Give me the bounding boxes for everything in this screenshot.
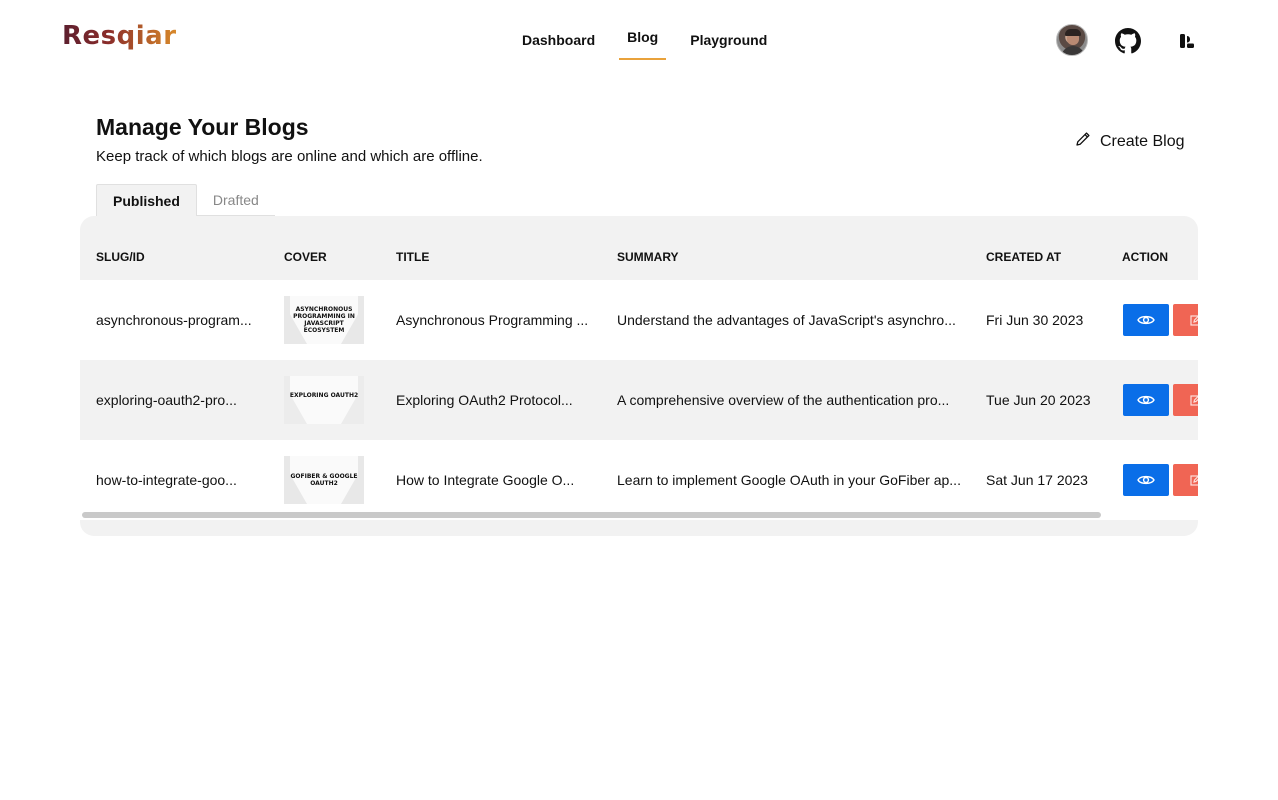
cover-text: EXPLORING OAUTH2 (289, 392, 359, 399)
main-nav: Dashboard Blog Playground (512, 22, 777, 60)
row-created-at: Sat Jun 17 2023 (986, 472, 1088, 488)
eye-icon (1137, 315, 1155, 325)
site-logo[interactable]: Resqiar (62, 21, 177, 51)
nav-blog[interactable]: Blog (619, 22, 667, 60)
row-created-at: Tue Jun 20 2023 (986, 392, 1091, 408)
row-title: Exploring OAuth2 Protocol... (396, 392, 573, 408)
row-summary: Learn to implement Google OAuth in your … (617, 472, 961, 488)
cover-paper (290, 376, 358, 424)
cover-text: GOFIBER & GOOGLE OAUTH2 (290, 473, 358, 487)
row-title: How to Integrate Google O... (396, 472, 575, 488)
top-navbar: Resqiar Dashboard Blog Playground (0, 0, 1278, 80)
column-header-slug: SLUG/ID (96, 250, 145, 264)
pencil-icon (1074, 130, 1092, 153)
row-slug: exploring-oauth2-pro... (96, 392, 237, 408)
page-title: Manage Your Blogs (96, 114, 309, 140)
table-header: SLUG/ID COVER TITLE SUMMARY CREATED AT A… (80, 216, 1198, 280)
view-button[interactable] (1123, 464, 1169, 496)
page-subtitle: Keep track of which blogs are online and… (96, 148, 483, 165)
column-header-action: ACTION (1122, 250, 1168, 264)
blog-status-tabs: Published Drafted (96, 184, 275, 216)
blogs-table: SLUG/ID COVER TITLE SUMMARY CREATED AT A… (80, 216, 1198, 536)
dev-logo-icon[interactable] (1174, 28, 1200, 54)
view-button[interactable] (1123, 304, 1169, 336)
row-slug: how-to-integrate-goo... (96, 472, 237, 488)
nav-dashboard[interactable]: Dashboard (512, 22, 605, 60)
avatar-body (1061, 46, 1085, 55)
nav-dashboard-label: Dashboard (522, 32, 596, 48)
row-summary: A comprehensive overview of the authenti… (617, 392, 950, 408)
scrollbar-thumb[interactable] (82, 512, 1101, 518)
row-summary: Understand the advantages of JavaScript'… (617, 312, 956, 328)
row-slug: asynchronous-program... (96, 312, 252, 328)
eye-icon (1137, 475, 1155, 485)
column-header-title: TITLE (396, 250, 430, 264)
nav-playground-label: Playground (690, 32, 768, 48)
tab-published[interactable]: Published (96, 184, 197, 216)
cover-image: EXPLORING OAUTH2 (284, 376, 364, 424)
cover-image: ASYNCHRONOUS PROGRAMMING IN JAVASCRIPT E… (284, 296, 364, 344)
row-created-at: Fri Jun 30 2023 (986, 312, 1084, 328)
cover-text: ASYNCHRONOUS PROGRAMMING IN JAVASCRIPT E… (293, 306, 355, 334)
eye-icon (1137, 395, 1155, 405)
table-row: exploring-oauth2-pro... EXPLORING OAUTH2… (80, 360, 1198, 440)
column-header-created-at: CREATED AT (986, 250, 1062, 264)
edit-icon (1190, 395, 1198, 406)
avatar-hair (1065, 29, 1081, 36)
nav-blog-label: Blog (627, 29, 659, 45)
row-title: Asynchronous Programming ... (396, 312, 589, 328)
tab-drafted[interactable]: Drafted (196, 184, 275, 216)
column-header-summary: SUMMARY (617, 250, 679, 264)
avatar[interactable] (1056, 24, 1088, 56)
column-header-cover: COVER (284, 250, 327, 264)
nav-playground[interactable]: Playground (680, 22, 777, 60)
github-icon[interactable] (1115, 28, 1141, 54)
edit-button[interactable] (1173, 384, 1198, 416)
table-row: asynchronous-program... ASYNCHRONOUS PRO… (80, 280, 1198, 360)
horizontal-scrollbar[interactable] (80, 510, 1198, 520)
create-blog-button[interactable]: Create Blog (1074, 130, 1185, 153)
create-blog-label: Create Blog (1100, 132, 1185, 150)
view-button[interactable] (1123, 384, 1169, 416)
table-row: how-to-integrate-goo... GOFIBER & GOOGLE… (80, 440, 1198, 520)
edit-button[interactable] (1173, 304, 1198, 336)
edit-icon (1190, 475, 1198, 486)
edit-button[interactable] (1173, 464, 1198, 496)
cover-image: GOFIBER & GOOGLE OAUTH2 (284, 456, 364, 504)
edit-icon (1190, 315, 1198, 326)
